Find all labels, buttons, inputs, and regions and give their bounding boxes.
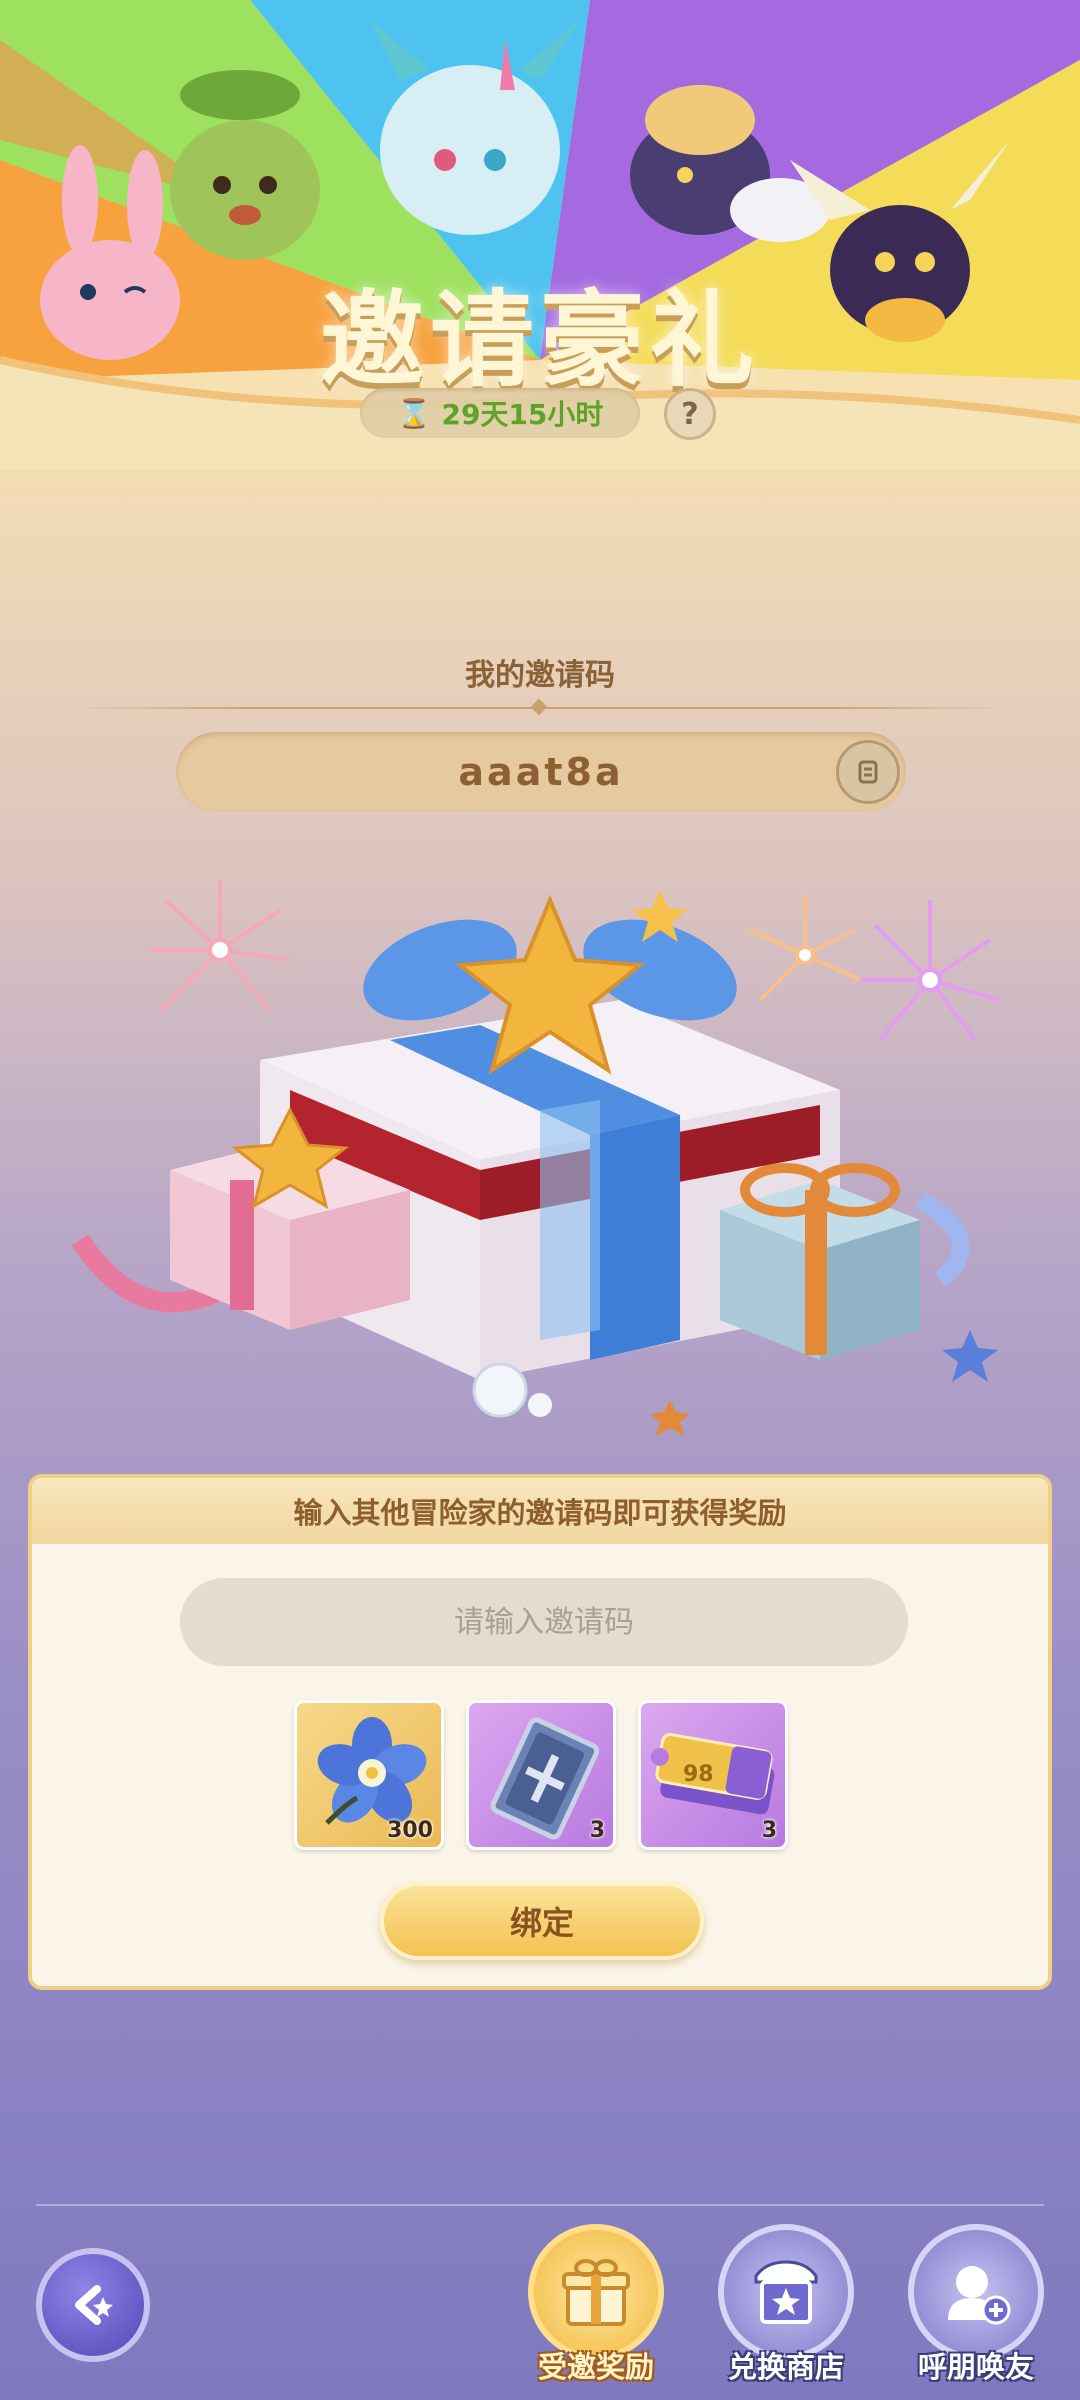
section-divider xyxy=(68,707,1012,709)
invite-code-value: aaat8a xyxy=(458,750,624,794)
countdown-timer: ⌛ 29天15小时 xyxy=(360,388,640,438)
bind-invite-panel: 输入其他冒险家的邀请码即可获得奖励 300 xyxy=(28,1474,1052,1990)
question-icon: ? xyxy=(681,396,699,432)
countdown-text: 29天15小时 xyxy=(441,398,604,431)
nav-invited-rewards[interactable]: 受邀奖励 xyxy=(516,2224,676,2394)
invite-code-display: aaat8a xyxy=(176,732,906,812)
gift-box-illustration xyxy=(71,880,1001,1436)
event-banner: 邀请豪礼 ⌛ 29天15小时 ? xyxy=(0,0,1080,470)
nav-label: 呼朋唤友 xyxy=(917,2350,1034,2384)
hourglass-icon: ⌛ xyxy=(396,396,432,430)
help-button[interactable]: ? xyxy=(664,388,716,440)
creature-sprout xyxy=(170,70,320,260)
ticket-badge: 98 xyxy=(683,1762,714,1787)
firework-left xyxy=(150,880,291,1012)
event-title: 邀请豪礼 xyxy=(319,279,760,401)
copy-icon xyxy=(858,760,878,784)
reward-count: 3 xyxy=(589,1818,605,1843)
firework-center-right xyxy=(749,895,861,1002)
bottom-divider xyxy=(36,2204,1044,2206)
reward-list: 300 3 98 3 xyxy=(294,1700,788,1850)
shop-icon xyxy=(718,2224,854,2360)
nav-label: 兑换商店 xyxy=(727,2350,844,2384)
my-invite-code-heading: 我的邀请码 xyxy=(465,658,615,693)
reward-item[interactable]: 98 3 xyxy=(638,1700,788,1850)
back-button[interactable] xyxy=(36,2248,150,2362)
reward-item[interactable]: 300 xyxy=(294,1700,444,1850)
firework-right xyxy=(860,900,1001,1042)
reward-count: 3 xyxy=(761,1818,777,1843)
invite-code-input[interactable] xyxy=(180,1578,908,1666)
nav-exchange-shop[interactable]: 兑换商店 xyxy=(706,2224,866,2394)
nav-label: 受邀奖励 xyxy=(537,2350,654,2384)
back-arrow-icon xyxy=(75,2285,113,2325)
bind-button[interactable]: 绑定 xyxy=(380,1882,704,1960)
nav-invite-friends[interactable]: 呼朋唤友 xyxy=(896,2224,1056,2394)
copy-button[interactable] xyxy=(836,740,900,804)
gift-icon xyxy=(528,2224,664,2360)
reward-count: 300 xyxy=(387,1818,433,1843)
reward-item[interactable]: 3 xyxy=(466,1700,616,1850)
bind-panel-heading: 输入其他冒险家的邀请码即可获得奖励 xyxy=(32,1478,1048,1544)
add-friend-icon xyxy=(908,2224,1044,2360)
